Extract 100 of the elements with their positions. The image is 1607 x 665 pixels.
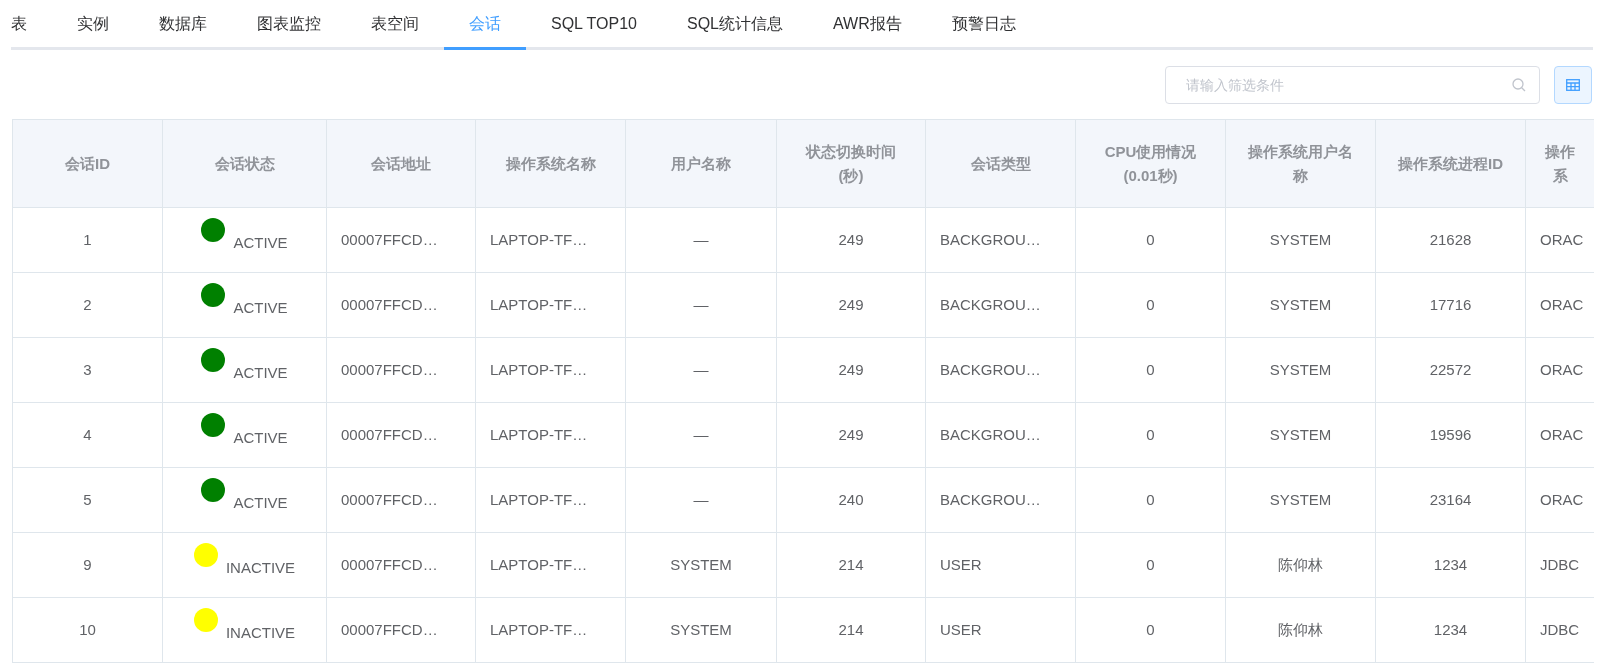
table-cell: 2 [83,295,92,313]
table-cell: 249 [838,360,864,378]
table-cell: 陈仰林 [1278,620,1323,638]
table-cell: SYSTEM [1269,425,1332,443]
table-cell: BACKGROU… [940,490,1041,508]
table-cell: 00007FFCD… [341,295,438,313]
column-header: 会话ID [65,154,110,172]
tab[interactable]: SQL统计信息 [662,0,808,50]
table-cell: 0 [1146,295,1155,313]
table-cell: BACKGROU… [940,230,1041,248]
table-cell: LAPTOP-TF… [490,360,588,378]
tab[interactable]: 图表监控 [232,0,346,50]
tab[interactable]: SQL TOP10 [526,0,662,50]
table-cell: 17716 [1429,295,1472,313]
table-cell: ORAC [1540,230,1584,248]
column-header: 用户名称 [671,154,731,172]
table-cell-text: INACTIVE [225,557,296,578]
table-view-button[interactable] [1554,66,1592,104]
table-cell: JDBC [1540,620,1580,638]
table-cell: SYSTEM [670,620,732,638]
table-cell: 00007FFCD… [341,230,438,248]
table-cell: 9 [83,555,92,573]
table-cell: 1234 [1433,555,1468,573]
table-cell: SYSTEM [1269,230,1332,248]
table-cell: 00007FFCD… [341,425,438,443]
table-cell: LAPTOP-TF… [490,230,588,248]
table-cell: 249 [838,295,864,313]
table-cell: — [693,295,709,313]
table-cell: 0 [1146,555,1155,573]
table-cell: ORAC [1540,360,1584,378]
table-cell: BACKGROU… [940,425,1041,443]
tab[interactable]: 表 [11,0,52,50]
table-cell: USER [940,620,982,638]
table-cell: 214 [838,620,864,638]
table-cell-text: ACTIVE [233,297,288,318]
table-cell: ORAC [1540,425,1584,443]
table-cell: LAPTOP-TF… [490,620,588,638]
table-cell: 1234 [1433,620,1468,638]
table-cell: 0 [1146,490,1155,508]
table-cell: — [693,230,709,248]
column-header: 操作系统用户名称 [1248,142,1353,184]
table-cell: ORAC [1540,295,1584,313]
tab[interactable]: 数据库 [134,0,232,50]
table-cell: LAPTOP-TF… [490,490,588,508]
column-header: 会话地址 [371,154,431,172]
table-cell: JDBC [1540,555,1580,573]
table-cell: 240 [838,490,864,508]
table-cell: — [693,360,709,378]
table-cell: SYSTEM [1269,490,1332,508]
column-header: 状态切换时间(秒) [806,142,896,184]
table-cell: 陈仰林 [1278,555,1323,573]
table-cell: 5 [83,490,92,508]
table-cell: USER [940,555,982,573]
tab[interactable]: 预警日志 [926,0,1041,50]
table-cell: — [693,425,709,443]
table-cell: SYSTEM [1269,360,1332,378]
search-icon [1512,78,1526,92]
table-cell: 3 [83,360,92,378]
search-field[interactable]: 请输入筛选条件 [1165,66,1540,104]
table-cell: 249 [838,230,864,248]
table-cell: LAPTOP-TF… [490,425,588,443]
table-cell: 0 [1146,620,1155,638]
tab[interactable]: 实例 [52,0,134,50]
table-cell: 249 [838,425,864,443]
column-header: 操作系统进程ID [1398,154,1503,172]
table-cell: BACKGROU… [940,360,1041,378]
column-header: CPU使用情况(0.01秒) [1104,142,1197,184]
tab[interactable]: 表空间 [346,0,444,50]
table-cell-text: ACTIVE [233,362,288,383]
table-cell: ORAC [1540,490,1584,508]
table-cell-text: ACTIVE [233,492,288,513]
table-cell-text: ACTIVE [233,232,288,253]
table-cell: 10 [79,620,96,638]
table-cell: SYSTEM [670,555,732,573]
table-cell-text: ACTIVE [233,427,288,448]
table-cell: LAPTOP-TF… [490,555,588,573]
tab[interactable]: AWR报告 [808,0,927,50]
table-cell: 00007FFCD… [341,490,438,508]
table-cell: 0 [1146,230,1155,248]
table-cell: 00007FFCD… [341,360,438,378]
table-cell: 1 [83,230,92,248]
table-cell: 22572 [1429,360,1472,378]
column-header: 会话类型 [970,154,1031,172]
table-cell: 0 [1146,360,1155,378]
table-cell-text: INACTIVE [225,622,296,643]
column-header: 会话状态 [214,154,275,172]
table-cell: 00007FFCD… [341,555,438,573]
table-cell: SYSTEM [1269,295,1332,313]
column-header: 操作系 [1545,142,1575,184]
table-cell: BACKGROU… [940,295,1041,313]
table-cell: 23164 [1429,490,1472,508]
column-header: 操作系统名称 [505,154,596,172]
table-cell: 4 [83,425,92,443]
table-cell: LAPTOP-TF… [490,295,588,313]
table-icon [1566,79,1580,91]
table-cell: 0 [1146,425,1155,443]
table-cell: 00007FFCD… [341,620,438,638]
table-cell: — [693,490,709,508]
table-cell: 19596 [1429,425,1472,443]
table-cell: 21628 [1429,230,1472,248]
